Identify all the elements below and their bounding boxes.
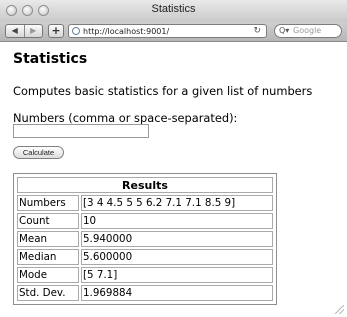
back-arrow-icon[interactable]: ◀ <box>6 25 25 37</box>
count-value: 10 <box>81 213 273 229</box>
window-title: Statistics <box>151 3 196 15</box>
title-bar: Statistics <box>0 0 347 23</box>
numbers-input-label: Numbers (comma or space-separated): <box>13 111 238 125</box>
page-content: Statistics Computes basic statistics for… <box>0 42 347 317</box>
mode-label: Mode <box>17 267 79 283</box>
search-placeholder: Google <box>293 26 322 35</box>
table-row: Numbers [3 4 4.5 5 5 6.2 7.1 7.1 8.5 9] <box>17 195 273 211</box>
calculate-button[interactable]: Calculate <box>13 146 64 159</box>
median-value: 5.600000 <box>81 249 273 265</box>
address-url[interactable]: http://localhost:9001/ <box>83 26 169 37</box>
count-label: Count <box>17 213 79 229</box>
navigation-buttons: ◀ ▶ <box>5 24 43 38</box>
add-bookmark-plus-icon[interactable]: + <box>48 24 64 38</box>
median-label: Median <box>17 249 79 265</box>
table-row: Mode [5 7.1] <box>17 267 273 283</box>
page-title: Statistics <box>13 51 88 67</box>
globe-icon <box>72 27 80 35</box>
browser-window: Statistics ◀ ▶ + http://localhost:9001/ … <box>0 0 347 317</box>
table-row: Count 10 <box>17 213 273 229</box>
std-dev-label: Std. Dev. <box>17 285 79 301</box>
page-description: Computes basic statistics for a given li… <box>13 84 313 98</box>
mean-value: 5.940000 <box>81 231 273 247</box>
address-bar[interactable]: http://localhost:9001/ ↻ <box>68 24 267 38</box>
numbers-label: Numbers <box>17 195 79 211</box>
numbers-input[interactable] <box>13 124 149 138</box>
search-field[interactable]: Q▾ Google <box>274 24 342 38</box>
magnifier-dropdown-icon[interactable]: Q▾ <box>279 25 289 37</box>
table-row: Median 5.600000 <box>17 249 273 265</box>
browser-toolbar: ◀ ▶ + http://localhost:9001/ ↻ Q▾ Google <box>0 22 347 42</box>
std-dev-value: 1.969884 <box>81 285 273 301</box>
numbers-value: [3 4 4.5 5 5 6.2 7.1 7.1 8.5 9] <box>81 195 273 211</box>
resize-grip-icon[interactable] <box>335 305 344 314</box>
forward-arrow-icon[interactable]: ▶ <box>25 25 43 37</box>
results-header: Results <box>17 177 273 193</box>
table-row: Std. Dev. 1.969884 <box>17 285 273 301</box>
mode-value: [5 7.1] <box>81 267 273 283</box>
results-table: Results Numbers [3 4 4.5 5 5 6.2 7.1 7.1… <box>13 173 277 305</box>
reload-icon[interactable]: ↻ <box>253 25 261 37</box>
mean-label: Mean <box>17 231 79 247</box>
table-row: Mean 5.940000 <box>17 231 273 247</box>
